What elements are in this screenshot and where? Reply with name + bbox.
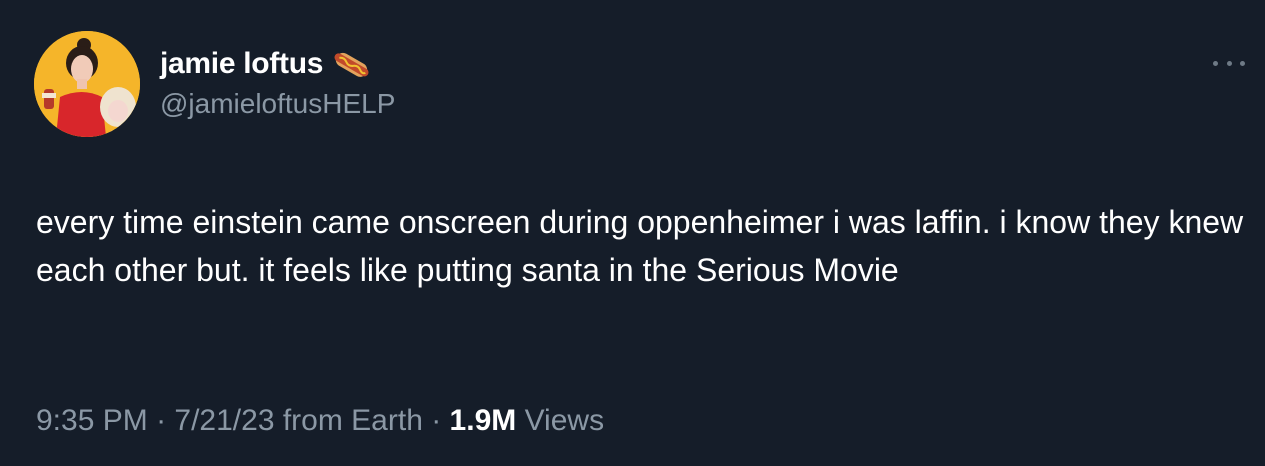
tweet-meta: 9:35 PM · 7/21/23 from Earth · 1.9M View… [36, 404, 604, 438]
more-options-icon[interactable] [1213, 56, 1245, 70]
tweet-source: from Earth [274, 404, 423, 437]
meta-separator: · [422, 404, 450, 437]
author-handle[interactable]: @jamieloftusHELP [160, 88, 395, 120]
author-name-row[interactable]: jamie loftus [160, 44, 373, 84]
tweet-date[interactable]: 7/21/23 [174, 404, 274, 437]
meta-separator: · [147, 404, 175, 437]
views-label: Views [516, 404, 605, 437]
tweet-time[interactable]: 9:35 PM [36, 404, 148, 437]
avatar[interactable] [34, 31, 140, 137]
author-display-name[interactable]: jamie loftus [160, 47, 323, 81]
avatar-image [34, 31, 140, 137]
views-count[interactable]: 1.9M [450, 404, 517, 437]
hotdog-icon [331, 46, 373, 82]
tweet-text: every time einstein came onscreen during… [36, 204, 1253, 288]
tweet-card: jamie loftus @jamieloftusHELP every time… [0, 0, 1265, 466]
